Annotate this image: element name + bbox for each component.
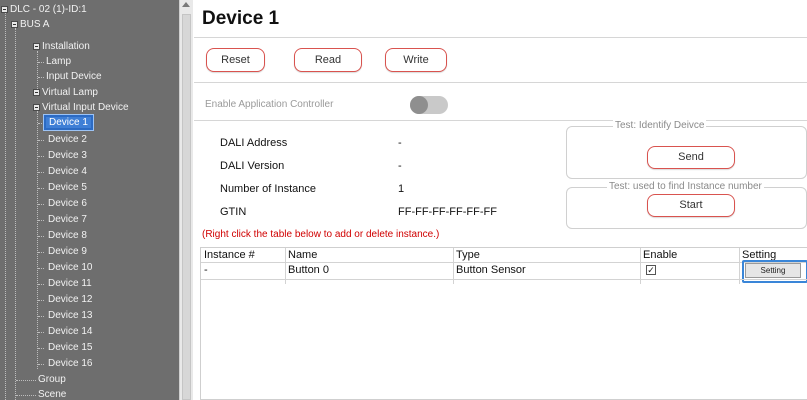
tree-device-7[interactable]: Device 7 xyxy=(48,213,87,226)
gtin-label: GTIN xyxy=(220,206,247,218)
identify-test-group: Test: Identify Deivce Send xyxy=(566,120,807,179)
send-button[interactable]: Send xyxy=(647,146,735,169)
cell-instance: - xyxy=(204,264,208,276)
scrollbar-thumb[interactable] xyxy=(182,14,191,400)
scroll-up-icon[interactable] xyxy=(182,2,190,7)
collapse-icon[interactable] xyxy=(33,104,40,111)
reset-button[interactable]: Reset xyxy=(206,48,265,72)
header-name[interactable]: Name xyxy=(285,248,317,262)
tree-device-8[interactable]: Device 8 xyxy=(48,229,87,242)
tree-scrollbar[interactable] xyxy=(179,0,193,400)
tree-device-12[interactable]: Device 12 xyxy=(48,293,92,306)
tree-device-10[interactable]: Device 10 xyxy=(48,261,92,274)
divider xyxy=(194,120,807,121)
device-tree[interactable]: DLC - 02 (1)-ID:1 BUS A Installation Lam… xyxy=(0,0,179,400)
collapse-icon[interactable] xyxy=(11,21,18,28)
tree-input-device[interactable]: Input Device xyxy=(46,70,102,83)
app-controller-label: Enable Application Controller xyxy=(205,99,334,110)
expand-icon[interactable] xyxy=(33,89,40,96)
divider xyxy=(194,82,807,83)
collapse-icon[interactable] xyxy=(1,6,8,13)
cell-type: Button Sensor xyxy=(456,264,526,276)
write-button[interactable]: Write xyxy=(385,48,447,72)
instances-value: 1 xyxy=(398,183,405,195)
tree-group[interactable]: Group xyxy=(38,373,66,386)
tree-device-9[interactable]: Device 9 xyxy=(48,245,87,258)
device-panel: Device 1 Reset Read Write Enable Applica… xyxy=(194,0,807,400)
toggle-knob xyxy=(410,96,428,114)
header-type[interactable]: Type xyxy=(453,248,480,262)
dali-version-value: - xyxy=(398,160,402,172)
app-controller-toggle[interactable] xyxy=(410,96,448,114)
divider xyxy=(194,37,807,38)
tree-device-3[interactable]: Device 3 xyxy=(48,149,87,162)
page-title: Device 1 xyxy=(202,8,280,29)
tree-device-11[interactable]: Device 11 xyxy=(48,277,92,290)
tree-device-2[interactable]: Device 2 xyxy=(48,133,87,146)
collapse-icon[interactable] xyxy=(33,43,40,50)
tree-device-15[interactable]: Device 15 xyxy=(48,341,92,354)
read-button[interactable]: Read xyxy=(294,48,362,72)
tree-device-5[interactable]: Device 5 xyxy=(48,181,87,194)
tree-device-6[interactable]: Device 6 xyxy=(48,197,87,210)
tree-device-16[interactable]: Device 16 xyxy=(48,357,92,370)
enable-checkbox[interactable]: ✓ xyxy=(646,265,656,275)
header-enable[interactable]: Enable xyxy=(640,248,677,262)
instances-label: Number of Instance xyxy=(220,183,316,195)
header-instance[interactable]: Instance # xyxy=(201,248,255,262)
tree-device-1[interactable]: Device 1 xyxy=(44,115,93,130)
dali-version-label: DALI Version xyxy=(220,160,285,172)
row-divider xyxy=(201,279,807,280)
tree-scene[interactable]: Scene xyxy=(38,388,66,400)
tree-lamp[interactable]: Lamp xyxy=(46,55,71,68)
table-hint: (Right click the table below to add or d… xyxy=(202,229,440,240)
instance-test-legend: Test: used to find Instance number xyxy=(607,181,764,192)
dali-address-value: - xyxy=(398,137,402,149)
tree-device-13[interactable]: Device 13 xyxy=(48,309,92,322)
tree-device-4[interactable]: Device 4 xyxy=(48,165,87,178)
start-button[interactable]: Start xyxy=(647,194,735,217)
tree-device-14[interactable]: Device 14 xyxy=(48,325,92,338)
setting-button[interactable]: Setting xyxy=(745,263,801,278)
instance-test-group: Test: used to find Instance number Start xyxy=(566,181,807,229)
identify-test-legend: Test: Identify Deivce xyxy=(613,120,707,131)
cell-name: Button 0 xyxy=(288,264,329,276)
gtin-value: FF-FF-FF-FF-FF-FF xyxy=(398,206,497,218)
dali-address-label: DALI Address xyxy=(220,137,288,149)
instance-table[interactable]: Instance # Name Type Enable Setting - Bu… xyxy=(200,247,807,400)
